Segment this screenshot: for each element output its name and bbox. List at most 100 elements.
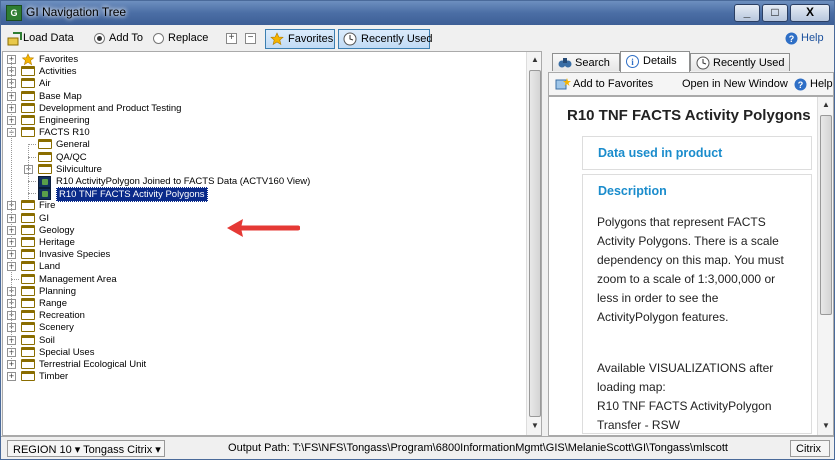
- binoculars-icon: [558, 58, 572, 68]
- tree-expander[interactable]: +: [7, 360, 16, 369]
- folder-icon: [21, 66, 35, 77]
- visualization-item: R10 TNF FACTS ActivityPolygon Transfer -…: [597, 399, 772, 432]
- details-scroll-down-arrow[interactable]: ▼: [820, 419, 832, 433]
- toolbar: Load Data Add To Replace + − Favorites R…: [1, 27, 834, 51]
- tab-recently-used-label: Recently Used: [713, 57, 785, 69]
- tree-connector: [28, 193, 36, 195]
- tree-item-label: Land: [39, 261, 61, 273]
- tree-item-label: Engineering: [39, 115, 90, 126]
- folder-icon: [21, 298, 35, 308]
- folder-icon: [21, 127, 35, 138]
- tab-recently-used[interactable]: Recently Used: [690, 53, 790, 71]
- replace-radio[interactable]: [153, 33, 164, 44]
- dropdown-arrow-icon: ▾: [155, 444, 161, 456]
- folder-icon: [21, 249, 35, 260]
- location-label: Tongass Citrix: [83, 444, 153, 456]
- data-used-heading: Data used in product: [598, 146, 723, 160]
- details-toolbar: Add to Favorites Open in New Window ? He…: [548, 72, 834, 96]
- clock-icon: [343, 32, 357, 46]
- svg-text:?: ?: [798, 80, 804, 90]
- folder-icon: [21, 102, 35, 113]
- description-text: Polygons that represent FACTS Activity P…: [597, 215, 784, 324]
- tree-item-label: Geology: [39, 224, 75, 236]
- folder-icon: [38, 163, 52, 174]
- tree-item-label: Range: [39, 298, 67, 309]
- tree-item-label: GI: [39, 212, 50, 224]
- tree-expander[interactable]: +: [7, 372, 16, 382]
- details-pane: Search i Details Recently Used Add to Fa…: [548, 51, 834, 436]
- status-bar: REGION 10 ▾ Tongass Citrix ▾ Output Path…: [1, 436, 834, 459]
- tree-item-label: R10 TNF FACTS Activity Polygons: [56, 187, 208, 203]
- tree-item-label: FACTS R10: [39, 127, 90, 139]
- recently-used-toggle[interactable]: Recently Used: [338, 29, 433, 49]
- tab-details[interactable]: i Details: [620, 51, 690, 72]
- tree-item-label: Recreation: [39, 310, 85, 322]
- info-icon: i: [626, 55, 639, 68]
- title-bar: G GI Navigation Tree _ □ X: [1, 1, 834, 25]
- help-menu[interactable]: ? Help: [785, 31, 835, 47]
- help-icon: ?: [794, 78, 807, 91]
- region-selector[interactable]: REGION 10 ▾ Tongass Citrix ▾: [7, 440, 165, 457]
- add-to-favorites-button[interactable]: Add to Favorites: [553, 76, 663, 93]
- scroll-down-arrow[interactable]: ▼: [529, 419, 541, 433]
- folder-icon: [21, 212, 35, 223]
- expand-all-button[interactable]: +: [226, 33, 237, 44]
- replace-label: Replace: [168, 32, 209, 44]
- tree-scroll-thumb[interactable]: [529, 70, 541, 417]
- tree-guide-line: [28, 144, 29, 199]
- minimize-button[interactable]: _: [734, 4, 760, 22]
- open-new-window-link[interactable]: Open in New Window: [682, 78, 788, 90]
- layer-icon: [38, 188, 51, 201]
- tree-item-label: Fire: [39, 200, 56, 212]
- recently-used-label: Recently Used: [361, 33, 433, 45]
- folder-icon: [21, 224, 35, 235]
- add-to-radio[interactable]: [94, 33, 105, 44]
- details-scroll-thumb[interactable]: [820, 115, 832, 315]
- folder-icon: [21, 261, 35, 272]
- citrix-indicator: Citrix: [790, 440, 830, 457]
- tab-search[interactable]: Search: [552, 53, 620, 71]
- folder-icon: [21, 334, 35, 345]
- tree-item-label: Planning: [39, 285, 76, 297]
- tree-item-label: Silviculture: [56, 163, 102, 175]
- tree-connector: [28, 156, 36, 158]
- collapse-all-button[interactable]: −: [245, 33, 256, 44]
- favorites-toggle[interactable]: Favorites: [265, 29, 335, 49]
- tree-item-label: R10 ActivityPolygon Joined to FACTS Data…: [56, 176, 311, 187]
- scroll-up-arrow[interactable]: ▲: [529, 53, 541, 67]
- add-to-favorites-label: Add to Favorites: [573, 78, 654, 90]
- star-icon: [270, 32, 284, 46]
- output-path: Output Path: T:\FS\NFS\Tongass\Program\6…: [228, 442, 728, 454]
- help-label: Help: [801, 32, 824, 44]
- add-favorite-icon: [555, 78, 571, 90]
- details-help-link[interactable]: Help: [810, 78, 833, 90]
- load-data-icon: [7, 32, 22, 46]
- details-content: R10 TNF FACTS Activity Polygons Data use…: [548, 96, 834, 436]
- folder-icon: [21, 322, 35, 333]
- folder-icon: [21, 310, 35, 321]
- tab-details-label: Details: [643, 55, 677, 67]
- maximize-button[interactable]: □: [762, 4, 788, 22]
- tree-scrollbar[interactable]: ▲ ▼: [526, 52, 541, 435]
- description-heading: Description: [598, 184, 667, 198]
- details-scrollbar[interactable]: ▲ ▼: [817, 97, 833, 435]
- data-used-card[interactable]: Data used in product: [582, 136, 812, 170]
- visualizations-intro: Available VISUALIZATIONS after loading m…: [597, 361, 774, 394]
- details-scroll-up-arrow[interactable]: ▲: [820, 98, 832, 112]
- folder-icon: [21, 78, 35, 89]
- folder-icon: [21, 273, 35, 284]
- help-icon: ?: [785, 32, 798, 45]
- close-button[interactable]: X: [790, 4, 830, 22]
- dropdown-arrow-icon: ▾: [74, 444, 84, 456]
- load-data-button[interactable]: Load Data: [3, 29, 83, 49]
- navigation-tree: + Favorites + Activities + Air + Base Map + Devel…: [2, 51, 542, 436]
- tree-item-label: Favorites: [39, 54, 79, 65]
- folder-icon: [21, 359, 35, 369]
- star-icon: [21, 53, 35, 66]
- tree-connector: [11, 278, 19, 280]
- tree-item-label: Special Uses: [39, 346, 95, 358]
- clock-icon: [696, 56, 710, 70]
- tree-item-label: Air: [39, 78, 51, 90]
- tree-item-label: QA/QC: [56, 151, 87, 163]
- favorites-label: Favorites: [288, 33, 334, 45]
